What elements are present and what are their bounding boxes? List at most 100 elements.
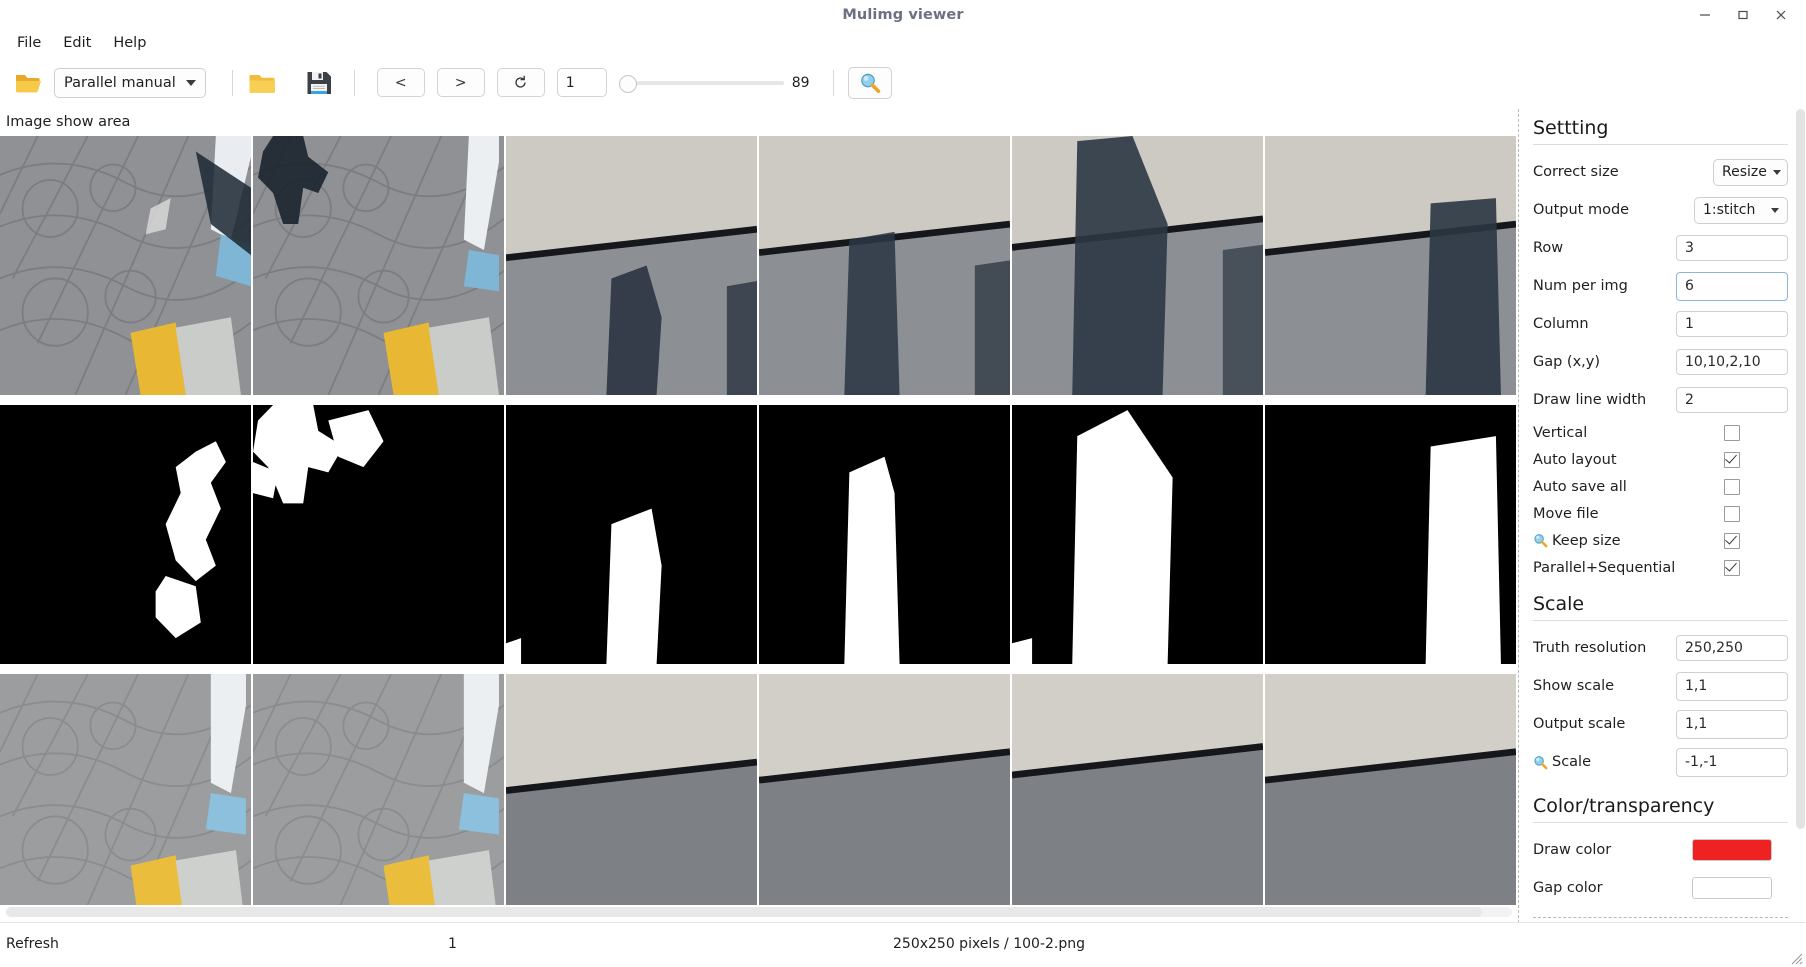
image-cell[interactable] <box>1012 405 1263 664</box>
setting-label: Move file <box>1533 505 1599 522</box>
setting-label: Auto layout <box>1533 451 1617 468</box>
open-input-folder-button[interactable] <box>8 64 50 102</box>
auto-layout-checkbox[interactable] <box>1724 451 1740 468</box>
resize-grip-icon[interactable] <box>1787 949 1803 965</box>
setting-label: Draw line width <box>1533 392 1647 408</box>
setting-row-vertical: Vertical <box>1529 419 1792 446</box>
toolbar-separator-1 <box>231 69 233 96</box>
save-floppy-icon <box>307 71 331 94</box>
chevron-down-icon <box>1772 169 1781 175</box>
image-cell[interactable] <box>0 674 251 905</box>
auto-save-all-checkbox[interactable] <box>1724 478 1740 495</box>
menu-item-edit[interactable]: Edit <box>54 32 100 54</box>
chevron-down-icon <box>185 79 196 86</box>
setting-label: Keep size <box>1552 532 1621 549</box>
slider-handle[interactable] <box>618 75 637 93</box>
status-refresh[interactable]: Refresh <box>6 936 59 952</box>
gap-input[interactable]: 10,10,2,10 <box>1676 349 1788 375</box>
maximize-icon <box>1738 10 1748 20</box>
setting-row-output-mode: Output mode 1:stitch <box>1529 191 1792 229</box>
setting-label: Output scale <box>1533 716 1626 732</box>
image-grid <box>0 136 1518 905</box>
close-button[interactable] <box>1762 1 1800 29</box>
move-file-checkbox[interactable] <box>1724 505 1740 522</box>
parallel-sequential-checkbox[interactable] <box>1724 559 1740 576</box>
maximize-button[interactable] <box>1724 1 1762 29</box>
parallel-mode-value: Parallel manual <box>64 74 176 91</box>
setting-label: Auto save all <box>1533 478 1627 495</box>
hscroll-thumb[interactable] <box>6 907 1482 917</box>
image-cell[interactable] <box>1265 136 1516 395</box>
hscroll-track[interactable] <box>6 907 1512 917</box>
image-cell[interactable] <box>253 674 504 905</box>
scale-input[interactable]: -1,-1 <box>1676 747 1788 777</box>
row-input[interactable]: 3 <box>1676 235 1788 261</box>
scale-section-title: Scale <box>1533 593 1585 615</box>
image-cell[interactable] <box>1012 136 1263 395</box>
num-per-img-input[interactable]: 6 <box>1676 271 1788 301</box>
save-button[interactable] <box>298 64 340 102</box>
gap-color-swatch[interactable] <box>1692 877 1772 899</box>
settings-vertical-scrollbar[interactable] <box>1796 109 1805 923</box>
image-index-slider[interactable] <box>618 68 784 97</box>
prev-image-button[interactable]: < <box>376 68 425 97</box>
color-divider <box>1533 822 1788 823</box>
status-bar: Refresh 1 250x250 pixels / 100-2.png <box>0 922 1806 967</box>
title-bar: Mulimg viewer <box>0 0 1806 30</box>
menu-item-help[interactable]: Help <box>104 32 155 54</box>
show-scale-input[interactable]: 1,1 <box>1676 671 1788 701</box>
chevron-down-icon <box>1771 207 1779 213</box>
column-input[interactable]: 1 <box>1676 311 1788 337</box>
draw-color-swatch[interactable] <box>1692 839 1772 861</box>
draw-line-width-input[interactable]: 2 <box>1676 387 1788 413</box>
menu-item-file[interactable]: File <box>8 32 50 54</box>
image-row <box>0 405 1518 664</box>
setting-row-row: Row 3 <box>1529 229 1792 267</box>
setting-label: Gap color <box>1533 880 1603 896</box>
vertical-checkbox[interactable] <box>1724 424 1740 441</box>
refresh-button[interactable] <box>496 68 545 97</box>
setting-row-auto-layout: Auto layout <box>1529 446 1792 473</box>
setting-label: Gap (x,y) <box>1533 354 1601 370</box>
setting-row-parallel-sequential: Parallel+Sequential <box>1529 554 1792 581</box>
next-image-button[interactable]: > <box>436 68 485 97</box>
image-cell[interactable] <box>506 674 757 905</box>
image-cell[interactable] <box>506 405 757 664</box>
image-cell[interactable] <box>253 136 504 395</box>
horizontal-scrollbar[interactable] <box>0 905 1518 923</box>
zoom-button[interactable] <box>847 66 892 99</box>
output-scale-input[interactable]: 1,1 <box>1676 709 1788 739</box>
correct-size-value: Resize <box>1722 164 1767 180</box>
image-row <box>0 674 1518 905</box>
image-cell[interactable] <box>253 405 504 664</box>
truth-resolution-input[interactable]: 250,250 <box>1676 635 1788 661</box>
image-cell[interactable] <box>759 405 1010 664</box>
setting-label: Draw color <box>1533 842 1612 858</box>
setting-label: Show scale <box>1533 678 1615 694</box>
setting-label: Column <box>1533 316 1589 332</box>
setting-row-show-scale: Show scale 1,1 <box>1529 667 1792 705</box>
setting-label: Truth resolution <box>1533 640 1647 656</box>
image-cell[interactable] <box>1012 674 1263 905</box>
window-controls <box>1686 0 1800 30</box>
image-cell[interactable] <box>0 136 251 395</box>
image-cell[interactable] <box>759 674 1010 905</box>
open-output-folder-button[interactable] <box>242 64 284 102</box>
setting-label: Scale <box>1552 754 1592 770</box>
image-cell[interactable] <box>1265 674 1516 905</box>
vscroll-thumb[interactable] <box>1796 109 1805 829</box>
status-index: 1 <box>448 936 457 952</box>
setting-label: Correct size <box>1533 164 1619 180</box>
correct-size-combo[interactable]: Resize <box>1713 158 1788 186</box>
image-cell[interactable] <box>0 405 251 664</box>
output-mode-combo[interactable]: 1:stitch <box>1694 196 1788 224</box>
image-cell[interactable] <box>759 136 1010 395</box>
parallel-mode-combo[interactable]: Parallel manual <box>54 67 206 98</box>
minimize-button[interactable] <box>1686 1 1724 29</box>
magnifier-icon <box>1534 755 1548 769</box>
image-cell[interactable] <box>1265 405 1516 664</box>
keep-size-checkbox[interactable] <box>1724 532 1740 549</box>
image-cell[interactable] <box>506 136 757 395</box>
image-index-input[interactable]: 1 <box>556 68 607 97</box>
setting-row-draw-color: Draw color <box>1529 831 1792 869</box>
